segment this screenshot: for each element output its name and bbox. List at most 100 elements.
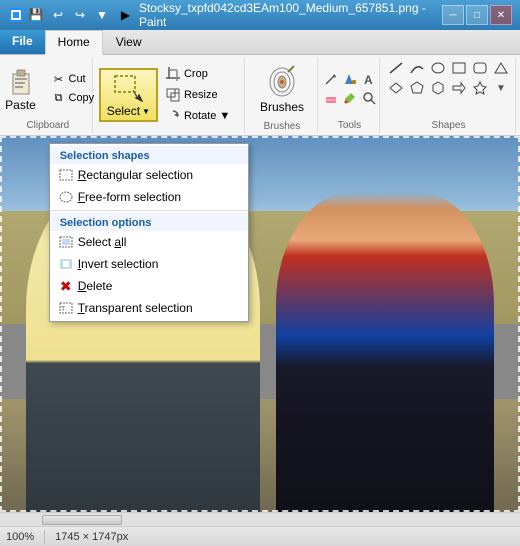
clipboard-group: Paste ✂ Cut ⧉ Copy Clipboard — [4, 57, 93, 133]
crop-label: Crop — [184, 68, 208, 80]
clipboard-group-content: Paste ✂ Cut ⧉ Copy — [0, 59, 99, 118]
undo-button[interactable]: ↩ — [48, 5, 68, 25]
paste-label: Paste — [5, 98, 36, 112]
line-shape[interactable] — [386, 59, 406, 77]
select-all-item[interactable]: Select all — [50, 231, 248, 253]
oval-shape[interactable] — [428, 59, 448, 77]
shapes-content: ▼ — [386, 59, 511, 118]
copy-button[interactable]: ⧉ Copy — [47, 89, 100, 107]
paste-icon — [5, 66, 37, 98]
hexagon-shape[interactable] — [428, 79, 448, 97]
tab-file[interactable]: File — [0, 30, 45, 54]
fill-button[interactable] — [341, 70, 359, 88]
tools-content: A — [322, 59, 378, 118]
shapes-grid-row2: ▼ — [386, 79, 511, 97]
rectangular-selection-item[interactable]: Rectangular selection — [50, 164, 248, 186]
clipboard-small-buttons: ✂ Cut ⧉ Copy — [47, 70, 100, 107]
triangle-shape[interactable] — [491, 59, 511, 77]
cut-button[interactable]: ✂ Cut — [47, 70, 100, 88]
resize-icon — [165, 87, 181, 103]
brushes-icon — [266, 64, 298, 100]
select-dropdown-container: Select ▼ Selection shapes — [99, 68, 158, 122]
freeform-selection-icon — [58, 189, 74, 205]
svg-text:A: A — [364, 73, 373, 86]
eraser-button[interactable] — [322, 89, 340, 107]
delete-icon: ✖ — [58, 278, 74, 294]
status-divider-1 — [44, 530, 45, 544]
crop-button[interactable]: Crop — [160, 64, 240, 84]
horizontal-scrollbar[interactable] — [0, 512, 520, 526]
scrollbar-thumb[interactable] — [42, 515, 122, 525]
selection-options-header: Selection options — [50, 213, 248, 231]
copy-icon: ⧉ — [52, 91, 66, 105]
select-dropdown-menu: Selection shapes Rectangular selection — [49, 143, 249, 322]
star-shape[interactable] — [470, 79, 490, 97]
minimize-button[interactable]: ─ — [442, 5, 464, 25]
zoom-level: 100% — [6, 531, 34, 543]
select-all-label: Select all — [78, 235, 127, 249]
title-bar: 💾 ↩ ↪ ▼ ▶ Stocksy_txpfd042cd3EAm100_Medi… — [0, 0, 520, 30]
figure-right — [276, 192, 494, 512]
maximize-button[interactable]: □ — [466, 5, 488, 25]
brushes-label: Brushes — [260, 100, 304, 114]
rectangular-selection-icon — [58, 167, 74, 183]
freeform-selection-item[interactable]: Free-form selection — [50, 186, 248, 208]
status-bar: 100% 1745 × 1747px — [0, 526, 520, 546]
select-label: Select — [107, 104, 140, 118]
close-button[interactable]: ✕ — [490, 5, 512, 25]
pencil-button[interactable] — [322, 70, 340, 88]
brushes-content: Brushes — [251, 59, 313, 119]
arrow-right-shape[interactable] — [449, 79, 469, 97]
select-all-icon — [58, 234, 74, 250]
delete-item[interactable]: ✖ Delete — [50, 275, 248, 297]
rounded-rect-shape[interactable] — [470, 59, 490, 77]
tools-label: Tools — [338, 118, 361, 131]
app-icon — [8, 7, 24, 23]
image-group-content: Select ▼ Selection shapes — [99, 59, 240, 131]
text-button[interactable]: A — [360, 70, 378, 88]
select-icon — [112, 72, 144, 104]
crr-buttons: Crop Resize — [160, 64, 240, 126]
transparent-selection-icon: T — [58, 300, 74, 316]
brushes-group-label: Brushes — [264, 119, 301, 132]
curve-shape[interactable] — [407, 59, 427, 77]
tab-view[interactable]: View — [103, 30, 155, 54]
clipboard-label: Clipboard — [26, 118, 69, 131]
rectangular-selection-label: Rectangular selection — [78, 168, 193, 182]
rotate-icon — [165, 108, 181, 124]
diamond-shape[interactable] — [386, 79, 406, 97]
window-title: Stocksy_txpfd042cd3EAm100_Medium_657851.… — [139, 1, 436, 29]
redo-button[interactable]: ↪ — [70, 5, 90, 25]
crop-icon — [165, 66, 181, 82]
brushes-button[interactable]: Brushes — [251, 59, 313, 119]
more-shapes[interactable]: ▼ — [491, 79, 511, 97]
ribbon-content: Paste ✂ Cut ⧉ Copy Clipboard — [0, 55, 520, 135]
rect-shape[interactable] — [449, 59, 469, 77]
paste-button[interactable]: Paste — [0, 61, 45, 117]
quick-access-dropdown[interactable]: ▼ — [92, 5, 112, 25]
delete-label: Delete — [78, 279, 113, 293]
brushes-group: Brushes Brushes — [247, 57, 318, 133]
tools-grid: A — [322, 70, 378, 107]
magnify-button[interactable] — [360, 89, 378, 107]
rotate-button[interactable]: Rotate ▼ — [160, 106, 240, 126]
selection-shapes-header: Selection shapes — [50, 146, 248, 164]
shapes-label: Shapes — [432, 118, 466, 131]
arrow-icon: ▶ — [118, 7, 133, 23]
save-button[interactable]: 💾 — [26, 5, 46, 25]
tab-home[interactable]: Home — [45, 30, 103, 55]
tools-group: A Tools — [320, 57, 380, 133]
pentagon-shape[interactable] — [407, 79, 427, 97]
menu-separator-1 — [50, 210, 248, 211]
invert-selection-label: Invert selection — [78, 257, 159, 271]
transparent-selection-item[interactable]: T Transparent selection — [50, 297, 248, 319]
quick-access-toolbar: 💾 ↩ ↪ ▼ — [8, 5, 112, 25]
resize-label: Resize — [184, 89, 218, 101]
invert-selection-item[interactable]: Invert selection — [50, 253, 248, 275]
cut-icon: ✂ — [52, 72, 66, 86]
select-button[interactable]: Select ▼ — [99, 68, 158, 122]
picker-button[interactable] — [341, 89, 359, 107]
ribbon-tabs: File Home View — [0, 30, 520, 55]
image-group: Select ▼ Selection shapes — [95, 57, 245, 133]
resize-button[interactable]: Resize — [160, 85, 240, 105]
